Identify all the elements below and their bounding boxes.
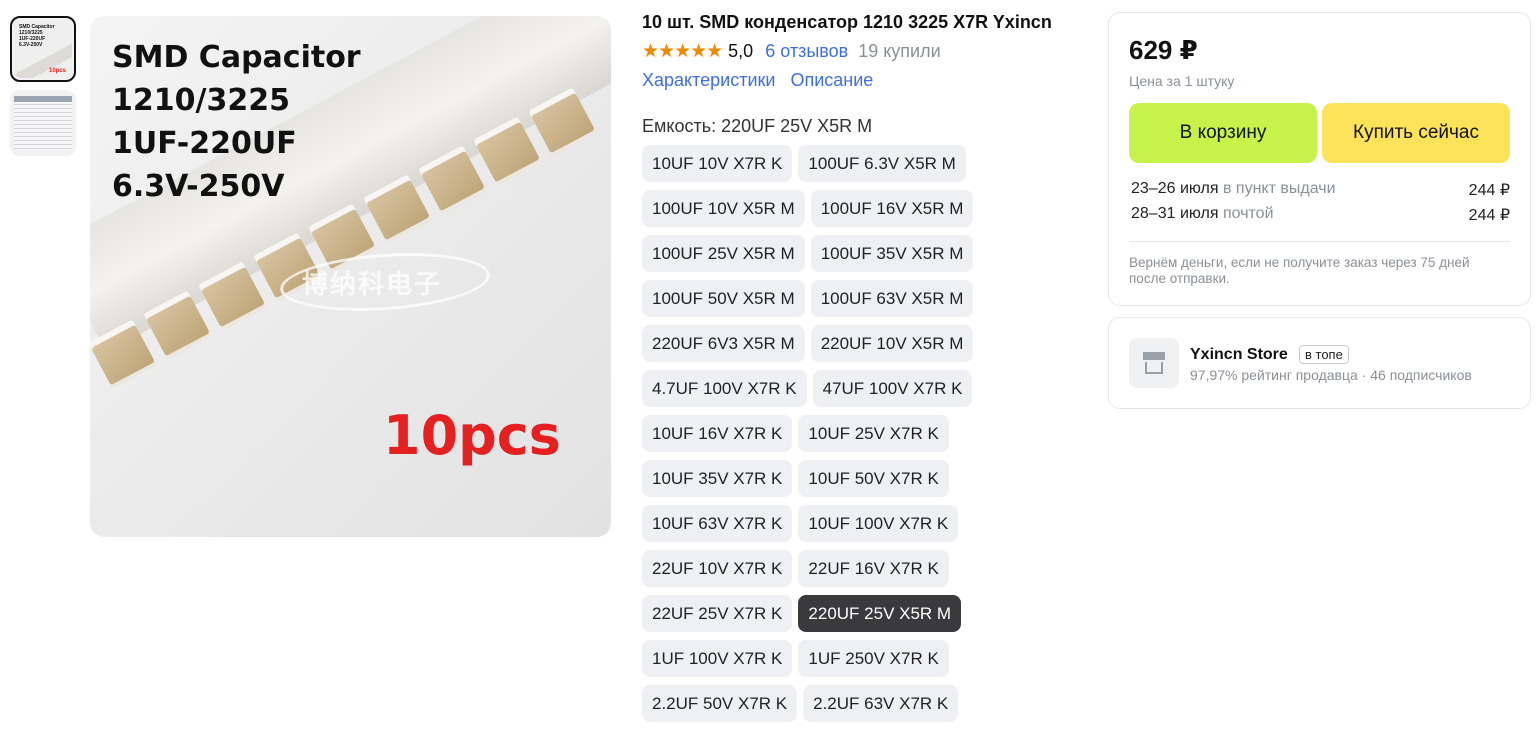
capacitance-option[interactable]: 10UF 100V X7R K bbox=[798, 505, 959, 542]
capacitance-option[interactable]: 1UF 250V X7R K bbox=[798, 640, 949, 677]
refund-note: Вернём деньги, если не получите заказ че… bbox=[1129, 255, 1470, 286]
section-links: Характеристики Описание bbox=[642, 70, 883, 91]
capacitance-option[interactable]: 100UF 35V X5R M bbox=[810, 235, 974, 272]
reviews-link[interactable]: 6 отзывов bbox=[765, 41, 848, 62]
capacitance-label: Емкость: 220UF 25V X5R M bbox=[642, 116, 873, 136]
product-title: 10 шт. SMD конденсатор 1210 3225 X7R Yxi… bbox=[642, 12, 1052, 32]
bought-count: 19 купили bbox=[858, 41, 941, 61]
thumbnail-title-line: 6.3V-250V bbox=[19, 42, 43, 48]
capacitance-option[interactable]: 100UF 10V X5R M bbox=[642, 190, 805, 227]
capacitance-option[interactable]: 100UF 6.3V X5R M bbox=[798, 145, 966, 182]
thumbnail-table-header bbox=[14, 96, 72, 102]
delivery-option-post: 28–31 июля почтой bbox=[1131, 205, 1274, 223]
buy-now-button[interactable]: Купить сейчас bbox=[1322, 103, 1510, 163]
meta-separator: · bbox=[1361, 367, 1367, 383]
capacitance-option[interactable]: 220UF 6V3 X5R M bbox=[642, 325, 805, 362]
capacitance-option[interactable]: 1UF 100V X7R K bbox=[642, 640, 793, 677]
capacitance-option[interactable]: 100UF 50V X5R M bbox=[642, 280, 805, 317]
price-note: Цена за 1 штуку bbox=[1129, 73, 1235, 89]
capacitance-option[interactable]: 47UF 100V X7R K bbox=[812, 370, 973, 407]
rating-value: 5,0 bbox=[728, 41, 754, 61]
capacitance-option[interactable]: 100UF 63V X5R M bbox=[810, 280, 974, 317]
delivery-method: почтой bbox=[1222, 205, 1274, 222]
delivery-dates: 23–26 июля bbox=[1131, 180, 1219, 197]
capacitance-option[interactable]: 100UF 25V X5R M bbox=[642, 235, 805, 272]
image-title-line: 1210/3225 bbox=[112, 83, 290, 118]
store-meta: 97,97% рейтинг продавца · 46 подписчиков bbox=[1190, 367, 1472, 383]
delivery-dates: 28–31 июля bbox=[1131, 205, 1219, 222]
capacitance-option[interactable]: 10UF 10V X7R K bbox=[642, 145, 793, 182]
price: 629 ₽ bbox=[1129, 35, 1198, 65]
thumbnail-image: SMD Capacitor 1210/3225 1UF-220UF 6.3V-2… bbox=[14, 20, 72, 78]
main-product-image[interactable]: 博纳科电子 SMD Capacitor 1210/3225 1UF-220UF … bbox=[90, 16, 611, 537]
capacitance-option[interactable]: 100UF 16V X5R M bbox=[810, 190, 974, 227]
watermark-text: 博纳科电子 bbox=[302, 269, 443, 299]
store-logo-body bbox=[1145, 362, 1163, 374]
capacitance-option[interactable]: 10UF 25V X7R K bbox=[798, 415, 949, 452]
image-title-line: 1UF-220UF bbox=[112, 126, 297, 161]
capacitance-option[interactable]: 22UF 10V X7R K bbox=[642, 550, 793, 587]
capacitance-option[interactable]: 4.7UF 100V X7R K bbox=[642, 370, 807, 407]
capacitance-option[interactable]: 220UF 10V X5R M bbox=[810, 325, 974, 362]
delivery-option-pickup: 23–26 июля в пункт выдачи bbox=[1131, 180, 1336, 198]
top-badge: в топе bbox=[1299, 345, 1349, 364]
thumbnail-table-image bbox=[14, 96, 72, 150]
store-logo-icon bbox=[1129, 338, 1179, 388]
delivery-price: 244 ₽ bbox=[1468, 207, 1510, 224]
thumbnail-count: 10pcs bbox=[49, 68, 67, 74]
delivery-price: 244 ₽ bbox=[1468, 182, 1510, 199]
store-rating: 97,97% рейтинг продавца bbox=[1190, 367, 1358, 383]
capacitance-option[interactable]: 10UF 63V X7R K bbox=[642, 505, 793, 542]
capacitance-option[interactable]: 2.2UF 63V X7R K bbox=[803, 685, 959, 722]
image-title-line: 6.3V-250V bbox=[112, 169, 285, 204]
price-card: 629 ₽ Цена за 1 штуку В корзину Купить с… bbox=[1108, 12, 1531, 306]
divider bbox=[1129, 241, 1510, 242]
capacitance-option[interactable]: 10UF 35V X7R K bbox=[642, 460, 793, 497]
image-count-label: 10pcs bbox=[383, 404, 561, 467]
store-name[interactable]: Yxincn Store bbox=[1190, 346, 1288, 364]
capacitance-option[interactable]: 220UF 25V X5R M bbox=[798, 595, 962, 632]
add-to-cart-button[interactable]: В корзину bbox=[1129, 103, 1317, 163]
capacitance-option[interactable]: 10UF 50V X7R K bbox=[798, 460, 949, 497]
image-title: SMD Capacitor 1210/3225 1UF-220UF 6.3V-2… bbox=[112, 36, 361, 208]
capacitance-option[interactable]: 22UF 25V X7R K bbox=[642, 595, 793, 632]
thumbnail-strip: SMD Capacitor 1210/3225 1UF-220UF 6.3V-2… bbox=[10, 16, 80, 164]
capacitance-option[interactable]: 10UF 16V X7R K bbox=[642, 415, 793, 452]
thumbnail-spec-table[interactable] bbox=[10, 90, 76, 156]
capacitance-option[interactable]: 2.2UF 50V X7R K bbox=[642, 685, 798, 722]
description-link[interactable]: Описание bbox=[790, 70, 873, 90]
thumbnail-title: SMD Capacitor 1210/3225 1UF-220UF 6.3V-2… bbox=[19, 24, 55, 48]
thumbnail-capacitor-photo[interactable]: SMD Capacitor 1210/3225 1UF-220UF 6.3V-2… bbox=[10, 16, 76, 82]
capacitance-option[interactable]: 22UF 16V X7R K bbox=[798, 550, 949, 587]
capacitance-options: 10UF 10V X7R K 100UF 6.3V X5R M 100UF 10V … bbox=[642, 145, 982, 722]
delivery-method: в пункт выдачи bbox=[1222, 180, 1336, 197]
store-card[interactable]: Yxincn Store в топе 97,97% рейтинг прода… bbox=[1108, 317, 1531, 409]
store-subscribers: 46 подписчиков bbox=[1370, 367, 1472, 383]
specs-link[interactable]: Характеристики bbox=[642, 70, 775, 90]
store-logo-roof bbox=[1143, 352, 1165, 360]
star-rating-icon: ★★★★★ bbox=[642, 41, 723, 62]
rating-row: ★★★★★ 5,0 6 отзывов 19 купили bbox=[642, 40, 941, 63]
image-title-line: SMD Capacitor bbox=[112, 40, 361, 75]
